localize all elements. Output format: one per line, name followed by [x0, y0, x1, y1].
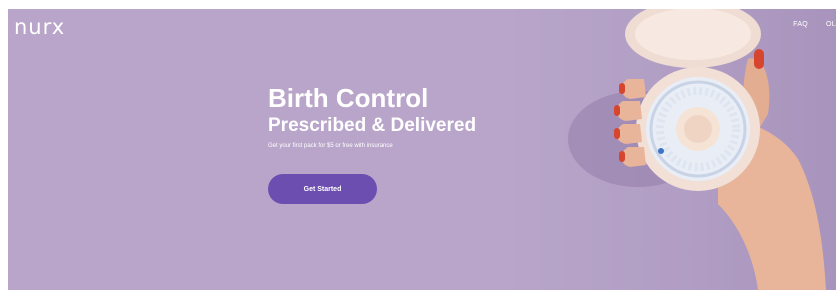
- hero-copy: Birth Control Prescribed & Delivered Get…: [268, 83, 476, 149]
- pill-case-hand-image: [568, 9, 826, 290]
- hero-title: Birth Control: [268, 83, 429, 113]
- nurx-logo[interactable]: nurx: [14, 15, 65, 39]
- hero-banner: nurx FAQ OL Birth Control Prescribed & D…: [8, 9, 836, 290]
- get-started-button[interactable]: Get Started: [268, 174, 377, 204]
- hero-subtitle: Prescribed & Delivered: [268, 115, 477, 136]
- hero-tagline: Get your first pack for $5 or free with …: [268, 143, 393, 149]
- page: nurx FAQ OL Birth Control Prescribed & D…: [0, 0, 836, 290]
